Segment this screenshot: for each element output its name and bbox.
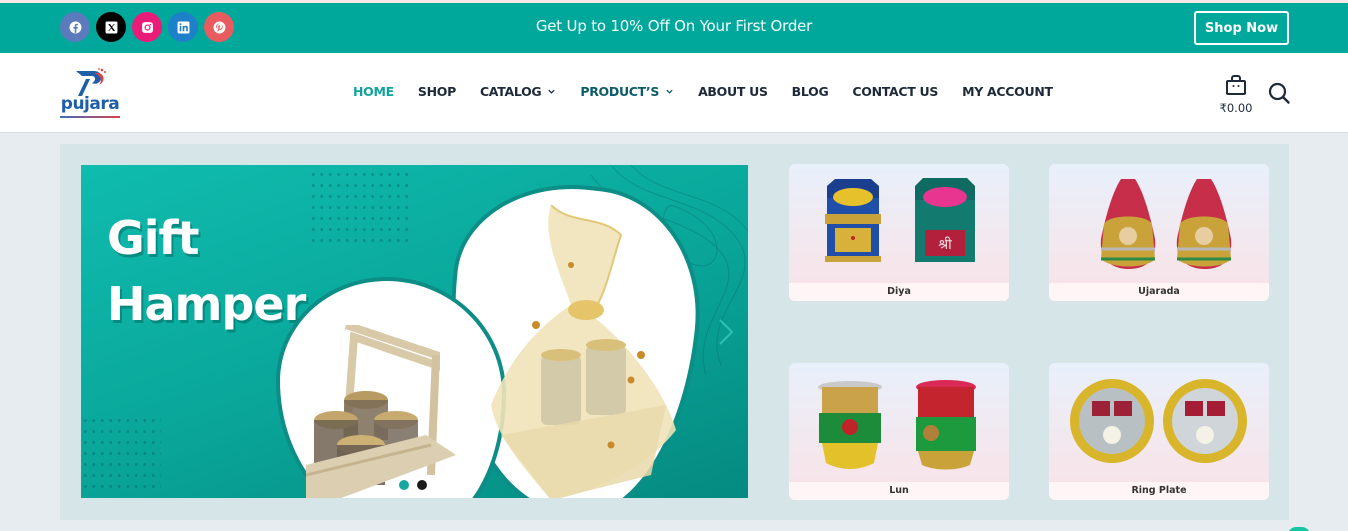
nav-shop-label: SHOP [417,84,456,99]
logo-underline [60,116,120,118]
gift-bag-image [491,205,676,498]
slider-pagination [399,480,427,490]
nav-about-us[interactable]: ABOUT US [698,84,768,99]
nav-home-label: HOME [353,84,394,99]
promo-text: Get Up to 10% Off On Your First Order [535,17,813,35]
cart-total: ₹0.00 [1219,101,1253,115]
site-header: pujara HOME SHOP CATALOG PRODUCT’S ABOUT… [0,53,1348,133]
hero-title: Gift Hamper [107,205,306,337]
slider-next-arrow-icon[interactable] [717,317,735,347]
svg-text:श्री: श्री [938,236,952,253]
announcement-bar: Get Up to 10% Off On Your First Order Sh… [0,0,1348,53]
nav-products-label: PRODUCT’S [580,84,660,99]
hero-section: Gift Hamper श्री Diya Ujarada Lun Ring P… [60,144,1289,520]
category-card-lun[interactable]: Lun [789,363,1009,500]
nav-catalog[interactable]: CATALOG [480,84,556,99]
nav-products[interactable]: PRODUCT’S [580,84,674,99]
ring-plate-image [1070,379,1247,463]
nav-my-account[interactable]: MY ACCOUNT [962,84,1053,99]
main-nav: HOME SHOP CATALOG PRODUCT’S ABOUT US BLO… [353,84,1077,99]
site-logo[interactable]: pujara [58,67,122,121]
category-card-ring-plate[interactable]: Ring Plate [1049,363,1269,500]
nav-contact-label: CONTACT US [852,84,939,99]
nav-blog[interactable]: BLOG [792,84,829,99]
category-card-ujarada[interactable]: Ujarada [1049,164,1269,301]
category-label-ujarada: Ujarada [1049,283,1269,301]
lun-image [818,380,976,470]
gift-basket-image [306,325,456,498]
hero-slider[interactable]: Gift Hamper [81,165,748,498]
category-card-diya[interactable]: श्री Diya [789,164,1009,301]
nav-account-label: MY ACCOUNT [962,84,1053,99]
nav-shop[interactable]: SHOP [418,84,456,99]
cart-button[interactable]: ₹0.00 [1219,73,1253,115]
logo-text: pujara [60,94,120,114]
shopping-bag-icon [1226,75,1246,95]
nav-catalog-label: CATALOG [479,84,542,99]
hero-title-line1: Gift [107,211,200,265]
category-label-lun: Lun [789,482,1009,500]
dot-pattern-decoration [309,169,409,244]
nav-home[interactable]: HOME [353,84,394,99]
dot-pattern-decoration [81,415,161,495]
nav-blog-label: BLOG [791,84,829,99]
slide-dot-1[interactable] [399,480,409,490]
floating-action-button[interactable] [1288,527,1310,531]
logo-mark-icon [76,68,106,96]
slide-dot-2[interactable] [417,480,427,490]
category-label-ring-plate: Ring Plate [1049,482,1269,500]
category-label-diya: Diya [789,283,1009,301]
nav-contact-us[interactable]: CONTACT US [852,84,938,99]
chevron-down-icon [666,89,673,94]
shop-now-button[interactable]: Shop Now [1194,11,1289,45]
ujarada-image [1100,179,1232,269]
diya-image: श्री [825,178,975,262]
chevron-down-icon [548,89,556,94]
nav-about-label: ABOUT US [698,84,768,99]
hero-title-line2: Hamper [107,277,306,331]
search-icon[interactable] [1267,81,1291,105]
